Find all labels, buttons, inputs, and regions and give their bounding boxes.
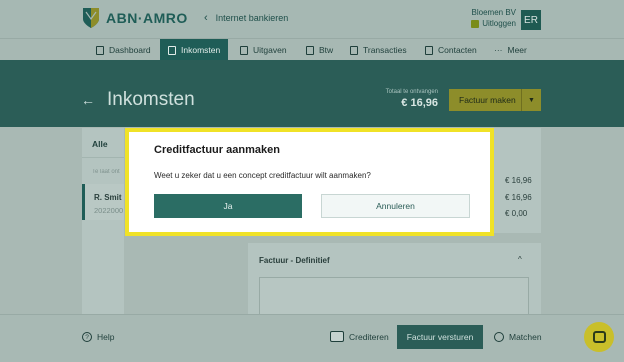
- matchen-button[interactable]: Matchen: [494, 332, 542, 342]
- abn-amro-logo[interactable]: ABN·AMRO: [82, 7, 188, 29]
- wallet-icon: [240, 45, 248, 55]
- tab-label: Transacties: [363, 45, 407, 55]
- amount-row: € 16,96: [505, 176, 532, 185]
- factuur-definitief-title: Factuur - Definitief: [259, 256, 330, 265]
- tab-label: Btw: [319, 45, 334, 55]
- logout-icon: [471, 19, 480, 28]
- creditfactuur-dialog: Creditfactuur aanmaken Weet u zeker dat …: [125, 128, 494, 236]
- dashboard-icon: [96, 45, 104, 55]
- tab-label: Uitgaven: [253, 45, 287, 55]
- contact-icon: [425, 45, 433, 55]
- credit-icon: [330, 331, 344, 342]
- percent-icon: [306, 45, 314, 55]
- amount-row: € 16,96: [505, 193, 532, 202]
- logout-label: Uitloggen: [482, 19, 516, 28]
- totaal-value: € 16,96: [401, 97, 438, 109]
- tab-inkomsten[interactable]: Inkomsten: [160, 39, 229, 61]
- user-avatar[interactable]: ER: [521, 10, 541, 30]
- dialog-title: Creditfactuur aanmaken: [154, 144, 280, 156]
- confirm-button[interactable]: Ja: [154, 194, 302, 218]
- crediteren-button[interactable]: Crediteren: [330, 331, 389, 342]
- top-header: ABN·AMRO ‹ Internet bankieren Bloemen BV…: [0, 0, 624, 38]
- main-nav: Dashboard Inkomsten Uitgaven Btw Transac…: [0, 38, 624, 61]
- back-to-internet-bankieren-link[interactable]: ‹ Internet bankieren: [204, 12, 288, 24]
- filter-alle[interactable]: Alle: [82, 128, 124, 158]
- tab-transacties[interactable]: Transacties: [350, 39, 407, 61]
- help-icon: ?: [82, 332, 92, 342]
- chevron-down-icon[interactable]: ▼: [521, 89, 541, 111]
- cancel-button[interactable]: Annuleren: [321, 194, 470, 218]
- company-info: Bloemen BV Uitloggen: [471, 8, 516, 28]
- tab-meer[interactable]: ··· Meer: [494, 39, 527, 61]
- tab-label: Inkomsten: [181, 45, 221, 55]
- dialog-message: Weet u zeker dat u een concept creditfac…: [154, 171, 371, 180]
- invoice-number: 2022000: [94, 206, 124, 215]
- factuur-maken-button[interactable]: Factuur maken ▼: [449, 89, 541, 111]
- chat-icon: [592, 331, 606, 343]
- list-icon: [350, 45, 358, 55]
- invoice-customer-name: R. Smit: [94, 193, 122, 202]
- company-name: Bloemen BV: [471, 8, 516, 17]
- link-icon: [494, 332, 504, 342]
- page-title: Inkomsten: [107, 89, 195, 110]
- more-icon: ···: [494, 45, 503, 55]
- totaal-te-ontvangen: Totaal te ontvangen € 16,96: [380, 89, 438, 109]
- tab-label: Contacten: [438, 45, 477, 55]
- help-label: Help: [97, 332, 115, 342]
- tab-contacten[interactable]: Contacten: [425, 39, 477, 61]
- factuur-versturen-button[interactable]: Factuur versturen: [397, 325, 483, 349]
- logo-text: ABN·AMRO: [106, 10, 188, 26]
- tab-uitgaven[interactable]: Uitgaven: [240, 39, 287, 61]
- invoice-list-item[interactable]: R. Smit 2022000: [82, 184, 124, 220]
- tab-dashboard[interactable]: Dashboard: [96, 39, 151, 61]
- invoice-preview: [259, 277, 529, 317]
- tab-label: Meer: [507, 45, 527, 55]
- shield-logo-icon: [83, 8, 99, 28]
- page-title-row: ← Inkomsten: [81, 89, 195, 111]
- document-icon: [168, 45, 176, 55]
- arrow-left-icon[interactable]: ←: [81, 92, 95, 108]
- totaal-label: Totaal te ontvangen: [385, 89, 438, 95]
- logout-link[interactable]: Uitloggen: [471, 19, 516, 28]
- back-link-label: Internet bankieren: [215, 13, 289, 23]
- matchen-label: Matchen: [509, 332, 542, 342]
- section-label: Te laat ont: [92, 169, 120, 175]
- chevron-left-icon: ‹: [204, 12, 208, 24]
- filter-alle-label: Alle: [92, 139, 108, 149]
- help-link[interactable]: ? Help: [82, 332, 114, 342]
- factuur-maken-label: Factuur maken: [459, 95, 516, 105]
- crediteren-label: Crediteren: [349, 331, 389, 342]
- tab-btw[interactable]: Btw: [306, 39, 333, 61]
- amount-row: € 0,00: [505, 209, 528, 218]
- tab-label: Dashboard: [109, 45, 151, 55]
- chevron-up-icon[interactable]: ^: [518, 255, 522, 264]
- chat-button[interactable]: [584, 322, 614, 352]
